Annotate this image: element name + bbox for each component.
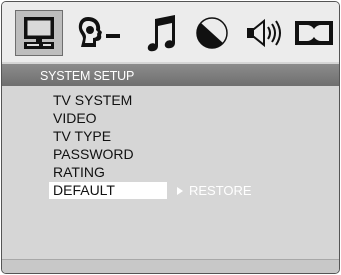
menu-item-default[interactable]: DEFAULT [49, 182, 167, 199]
menu-item-tv-type[interactable]: TV TYPE [49, 128, 167, 145]
tab-audio-setup[interactable] [142, 10, 182, 56]
monitor-icon [24, 17, 54, 49]
speaker-volume-icon [247, 18, 281, 48]
arrow-right-icon [177, 186, 183, 195]
tab-video-setup[interactable] [190, 10, 234, 56]
tab-preference-setup[interactable] [242, 10, 286, 56]
submenu-option-restore[interactable]: RESTORE [177, 182, 252, 199]
tab-dolby-setup[interactable] [292, 10, 336, 56]
menu-item-tv-system[interactable]: TV SYSTEM [49, 92, 167, 109]
section-title-bar: SYSTEM SETUP [2, 64, 339, 86]
tab-speaker-setup[interactable] [73, 10, 125, 56]
setup-menu-window: SYSTEM SETUP TV SYSTEM VIDEO TV TYPE PAS… [1, 1, 340, 274]
bottom-help-bar [2, 259, 339, 273]
section-title: SYSTEM SETUP [40, 69, 135, 83]
menu-item-video[interactable]: VIDEO [49, 110, 167, 127]
music-note-icon [147, 15, 175, 52]
submenu-option-label: RESTORE [189, 183, 252, 198]
menu-item-password[interactable]: PASSWORD [49, 146, 167, 163]
menu-item-rating[interactable]: RATING [49, 164, 167, 181]
tab-system-setup[interactable] [15, 10, 63, 56]
half-circle-video-icon [196, 17, 228, 49]
dolby-icon [295, 21, 333, 45]
setup-tab-bar [2, 2, 339, 62]
speaker-settings-icon [78, 17, 120, 47]
